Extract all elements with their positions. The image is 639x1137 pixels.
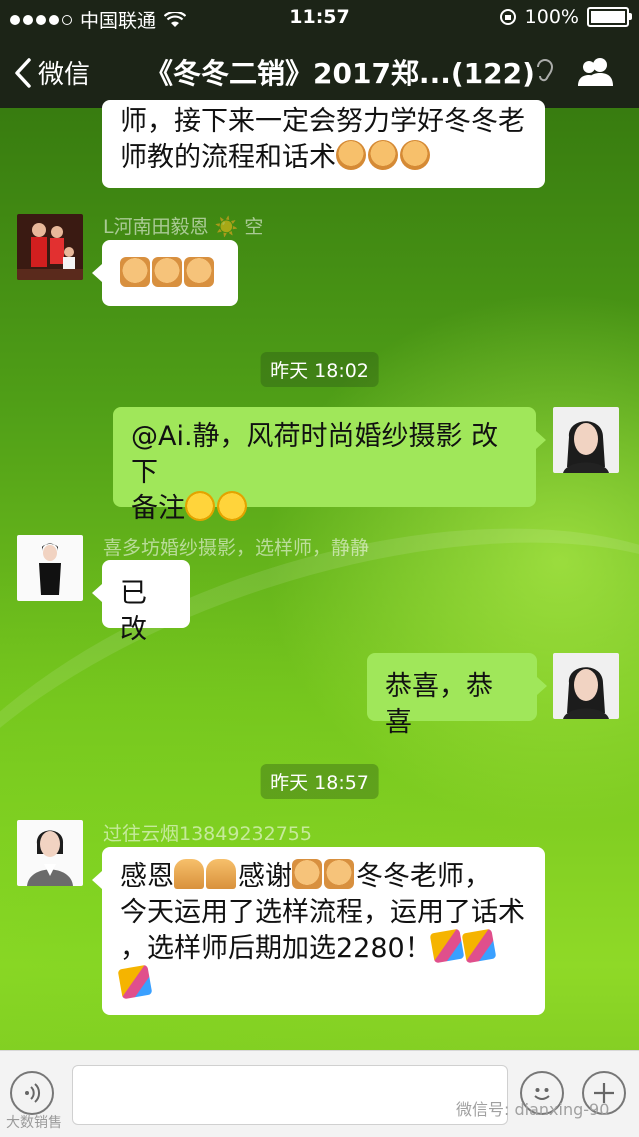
avatar[interactable] [17, 535, 83, 601]
chat-title: 《冬冬二销》2017郑...(122) [145, 57, 535, 90]
fist-emoji-icon [400, 140, 430, 170]
grinning-emoji-icon [217, 491, 247, 521]
group-members-button[interactable] [576, 56, 616, 92]
voice-icon [25, 1083, 41, 1103]
message-text-line: 师教的流程和话术 [120, 142, 336, 173]
fist-emoji-icon [336, 140, 366, 170]
message-text: 冬冬老师， [356, 861, 491, 892]
thumbs-up-emoji-icon [184, 257, 214, 287]
message-input[interactable] [72, 1065, 508, 1125]
avatar[interactable] [553, 653, 619, 719]
sender-name: 喜多坊婚纱摄影，选样师，静静 [103, 537, 370, 559]
message-bubble[interactable]: 已改 [92, 560, 190, 645]
message-text-line: ，选样师后期加选2280！ [120, 933, 432, 964]
sender-name: 过往云烟13849232755 [103, 823, 312, 845]
thumbs-up-emoji-icon [324, 859, 354, 889]
avatar[interactable] [17, 214, 83, 280]
back-label: 微信 [38, 60, 91, 90]
thumbs-up-emoji-icon [120, 257, 150, 287]
battery-percent: 100% [524, 6, 579, 28]
party-popper-emoji-icon [461, 928, 497, 964]
back-button[interactable]: 微信 [14, 54, 90, 91]
message-bubble[interactable]: @Ai.静，风荷时尚婚纱摄影 改下 备注 [113, 407, 546, 524]
sender-name: L河南田毅恩 ☀️ 空 [103, 216, 264, 238]
pray-emoji-icon [206, 859, 236, 889]
message-text: 感谢 [238, 861, 292, 892]
message-text-line: 师，接下来一定会努力学好冬冬老 [120, 106, 525, 137]
watermark-left: 大数销售 [6, 1115, 62, 1131]
avatar[interactable] [553, 407, 619, 473]
rotation-lock-icon [499, 9, 516, 25]
message-text: 感恩 [120, 861, 174, 892]
message-text-line: 今天运用了选样流程，运用了话术 [120, 897, 525, 928]
timestamp: 昨天 18:57 [260, 764, 379, 799]
earpiece-mode-icon [536, 58, 554, 90]
message-text: 已改 [120, 578, 147, 645]
avatar[interactable] [17, 820, 83, 886]
message-text-line: 备注 [131, 493, 185, 524]
input-bar [0, 1050, 639, 1137]
grinning-emoji-icon [185, 491, 215, 521]
message-bubble[interactable] [92, 240, 238, 306]
chevron-left-icon [15, 57, 31, 88]
group-icon [578, 58, 613, 86]
message-bubble[interactable]: 师，接下来一定会努力学好冬冬老 师教的流程和话术 [102, 100, 545, 188]
watermark-right: 微信号: dianxing-90 [456, 1100, 610, 1119]
nav-bar: 微信 《冬冬二销》2017郑...(122) [0, 34, 639, 108]
fist-emoji-icon [368, 140, 398, 170]
message-bubble[interactable]: 感恩 感谢 冬冬老师， 今天运用了选样流程，运用了话术 ，选样师后期加选2280！ [92, 847, 545, 1015]
thumbs-up-emoji-icon [152, 257, 182, 287]
voice-input-button[interactable] [10, 1071, 54, 1115]
message-text-line: @Ai.静，风荷时尚婚纱摄影 改下 [131, 421, 499, 488]
timestamp: 昨天 18:02 [260, 352, 379, 387]
thumbs-up-emoji-icon [292, 859, 322, 889]
status-bar: 中国联通 11:57 100% [0, 0, 639, 34]
party-popper-emoji-icon [429, 928, 465, 964]
party-popper-emoji-icon [117, 964, 153, 1000]
battery-icon [587, 7, 632, 27]
message-bubble[interactable]: 恭喜，恭喜 [367, 653, 547, 738]
pray-emoji-icon [174, 859, 204, 889]
